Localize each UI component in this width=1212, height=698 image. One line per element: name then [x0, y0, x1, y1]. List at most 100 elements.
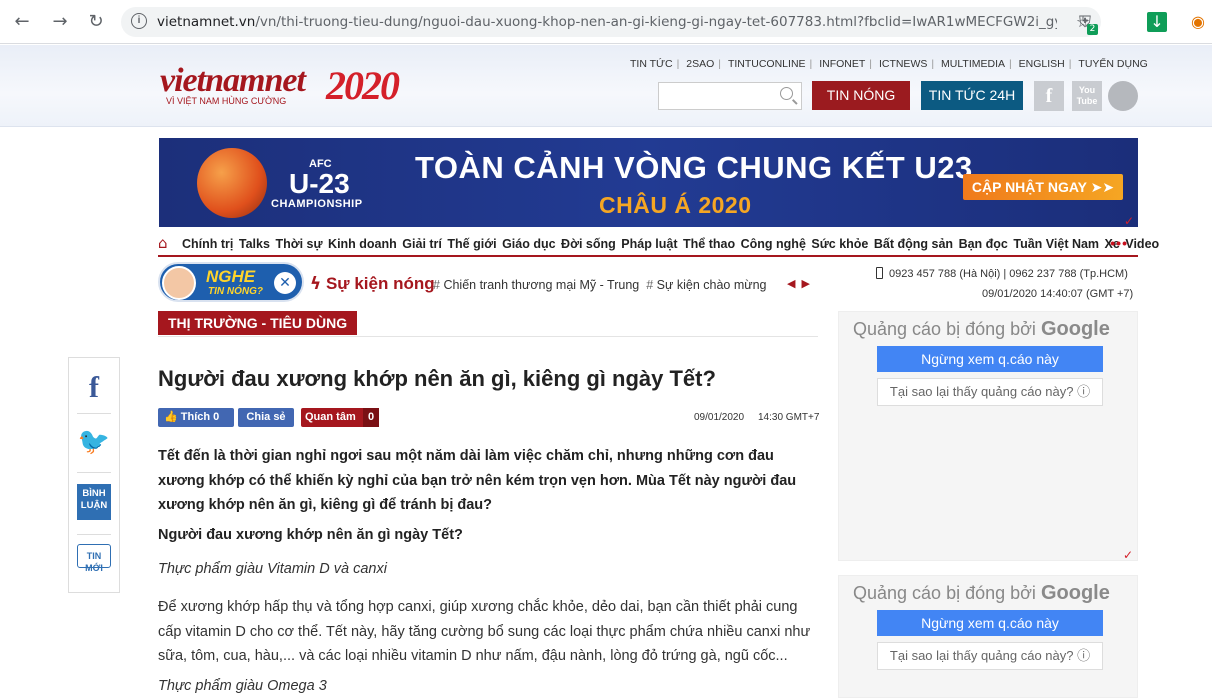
banner-update-button[interactable]: CẬP NHẬT NGAY ➤➤	[963, 174, 1123, 200]
search-input[interactable]	[658, 82, 802, 110]
comment-icon[interactable]: BÌNH LUẬN	[77, 484, 111, 520]
nav-the-gioi[interactable]: Thế giới	[447, 237, 496, 251]
home-icon[interactable]: ⌂	[158, 236, 175, 251]
info-icon[interactable]: i	[131, 13, 147, 29]
topic-link[interactable]: Sự kiện chào mừng	[657, 278, 767, 292]
follow-button[interactable]: Quan tâm 0	[301, 408, 379, 427]
adchoices-icon[interactable]: ✓	[1124, 214, 1134, 228]
top-link-ictnews[interactable]: ICTNEWS	[875, 58, 931, 70]
ad-closed-text: Quảng cáo bị đóng bởi	[853, 583, 1036, 603]
top-link-english[interactable]: ENGLISH	[1015, 58, 1069, 70]
contact-text: 0923 457 788 (Hà Nội) | 0962 237 788 (Tp…	[889, 268, 1128, 280]
phone-icon	[876, 267, 883, 279]
share-sidebar: f 🐦 BÌNH LUẬN TIN MỚI	[68, 357, 120, 593]
browser-toolbar: ← → ↻ i vietnamnet.vn/vn/thi-truong-tieu…	[0, 0, 1212, 44]
logo-tagline: VÌ VIỆT NAM HÙNG CƯỜNG	[166, 96, 287, 106]
nav-the-thao[interactable]: Thể thao	[683, 237, 735, 251]
nav-chinh-tri[interactable]: Chính trị	[182, 237, 233, 251]
divider	[77, 413, 111, 414]
section-divider	[158, 336, 818, 337]
logo-vietnam: vietnam	[160, 62, 265, 99]
nav-kinh-doanh[interactable]: Kinh doanh	[328, 237, 397, 251]
nav-video[interactable]: Video	[1125, 237, 1159, 251]
nghe-tin-nong-badge[interactable]: NGHE TIN NÓNG? ✕	[158, 262, 304, 302]
twitter-share-icon[interactable]: 🐦	[77, 422, 111, 462]
adchoices-icon[interactable]: ✓	[1123, 548, 1133, 562]
top-link-2sao[interactable]: 2SAO	[682, 58, 718, 70]
top-link-tintuconline[interactable]: TINTUCONLINE	[724, 58, 810, 70]
url-text[interactable]: vietnamnet.vn/vn/thi-truong-tieu-dung/ng…	[157, 14, 1057, 30]
why-ad-button[interactable]: Tại sao lại thấy quảng cáo này? ⓘ	[877, 642, 1103, 670]
article-headline: Người đau xương khớp nên ăn gì, kiêng gì…	[158, 366, 716, 391]
nav-cong-nghe[interactable]: Công nghệ	[741, 237, 806, 251]
youtube-icon[interactable]: You Tube	[1072, 81, 1102, 111]
banner-title: TOÀN CẢNH VÒNG CHUNG KẾT U23	[415, 150, 973, 185]
lightning-icon: ϟ	[310, 274, 322, 294]
forward-icon[interactable]: →	[48, 10, 72, 34]
why-ad-button[interactable]: Tại sao lại thấy quảng cáo này? ⓘ	[877, 378, 1103, 406]
url-domain: vietnamnet.vn	[157, 14, 256, 30]
u23-banner[interactable]: AFC U-23 CHAMPIONSHIP TOÀN CẢNH VÒNG CHU…	[159, 138, 1138, 227]
reload-icon[interactable]: ↻	[84, 10, 108, 34]
top-link-multimedia[interactable]: MULTIMEDIA	[937, 58, 1009, 70]
topic-link[interactable]: Chiến tranh thương mại Mỹ - Trung	[443, 278, 639, 292]
top-link-tin-tuc[interactable]: TIN TỨC	[626, 58, 677, 70]
download-extension-icon[interactable]: ↓	[1147, 12, 1167, 32]
address-bar[interactable]: i vietnamnet.vn/vn/thi-truong-tieu-dung/…	[121, 7, 1101, 37]
nav-giai-tri[interactable]: Giải trí	[402, 237, 442, 251]
nav-giao-duc[interactable]: Giáo dục	[502, 237, 555, 251]
url-path: /vn/thi-truong-tieu-dung/nguoi-dau-xuong…	[255, 14, 1057, 30]
stop-ad-button[interactable]: Ngừng xem q.cáo này	[877, 610, 1103, 636]
banner-u23: U-23	[289, 168, 350, 199]
facebook-share-button[interactable]: Chia sẻ	[238, 408, 294, 427]
nav-ban-doc[interactable]: Bạn đọc	[959, 237, 1008, 251]
nav-suc-khoe[interactable]: Sức khỏe	[811, 237, 868, 251]
top-link-infonet[interactable]: INFONET	[815, 58, 869, 70]
article-caption: Thực phẩm giàu Vitamin D và canxi	[158, 561, 387, 577]
ad-closed-title: Quảng cáo bị đóng bởi Google	[853, 318, 1110, 341]
section-label[interactable]: THỊ TRƯỜNG - TIÊU DÙNG	[158, 311, 358, 335]
site-logo[interactable]: vietnamnet VÌ VIỆT NAM HÙNG CƯỜNG	[160, 62, 306, 106]
divider	[77, 534, 111, 535]
nav-doi-song[interactable]: Đời sống	[561, 237, 616, 251]
next-arrow-icon[interactable]: ▶	[801, 277, 815, 290]
shield-extension-icon[interactable]: ⛨ 2	[1075, 12, 1098, 35]
article-date: 09/01/2020	[694, 412, 745, 423]
ad-closed-title: Quảng cáo bị đóng bởi Google	[853, 582, 1110, 605]
stop-ad-button[interactable]: Ngừng xem q.cáo này	[877, 346, 1103, 372]
divider	[77, 472, 111, 473]
facebook-like-button[interactable]: 👍 Thích 0	[158, 408, 234, 427]
current-datetime: 09/01/2020 14:40:07 (GMT +7)	[982, 288, 1134, 300]
follow-label: Quan tâm	[305, 411, 356, 423]
google-logo: Google	[1040, 582, 1110, 604]
back-icon[interactable]: ←	[10, 10, 34, 34]
nav-talks[interactable]: Talks	[239, 237, 270, 251]
tin-nong-label: TIN NÓNG?	[208, 286, 263, 297]
article-subhead: Người đau xương khớp nên ăn gì ngày Tết?	[158, 527, 463, 543]
nav-thoi-su[interactable]: Thời sự	[275, 237, 322, 251]
user-account-icon[interactable]	[1108, 81, 1138, 111]
tin-tuc-24h-button[interactable]: TIN TỨC 24H	[921, 81, 1023, 110]
ad-slot-2: Quảng cáo bị đóng bởi Google Ngừng xem q…	[838, 575, 1138, 698]
chrome-extension-icon[interactable]: ◉	[1188, 12, 1208, 32]
tin-nong-button[interactable]: TIN NÓNG	[812, 81, 910, 110]
google-logo: Google	[1040, 318, 1110, 340]
nav-more-icon[interactable]: •••	[1110, 235, 1128, 251]
nav-tuan-viet-nam[interactable]: Tuần Việt Nam	[1013, 237, 1099, 251]
close-icon[interactable]: ✕	[274, 272, 296, 294]
contact-phones: 0923 457 788 (Hà Nội) | 0962 237 788 (Tp…	[876, 267, 1128, 280]
nav-bat-dong-san[interactable]: Bất động sản	[874, 237, 953, 251]
facebook-icon[interactable]: f	[1034, 81, 1064, 111]
prev-arrow-icon[interactable]: ◀	[787, 277, 801, 290]
facebook-share-icon[interactable]: f	[77, 368, 111, 408]
nav-phap-luat[interactable]: Pháp luật	[621, 237, 677, 251]
top-links: TIN TỨC | 2SAO | TINTUCONLINE | INFONET | IC…	[626, 58, 1152, 70]
search-icon[interactable]	[780, 87, 793, 100]
top-link-tuyen-dung[interactable]: TUYỂN DỤNG	[1074, 58, 1151, 70]
su-kien-nong[interactable]: ϟ Sự kiện nóng	[310, 274, 435, 294]
hot-topics: # Chiến tranh thương mại Mỹ - Trung # Sự…	[433, 278, 767, 292]
new-news-icon[interactable]: TIN MỚI	[77, 544, 111, 573]
logo-net: net	[264, 62, 305, 99]
thumbs-up-icon: 👍	[164, 411, 178, 423]
ad-closed-text: Quảng cáo bị đóng bởi	[853, 319, 1036, 339]
